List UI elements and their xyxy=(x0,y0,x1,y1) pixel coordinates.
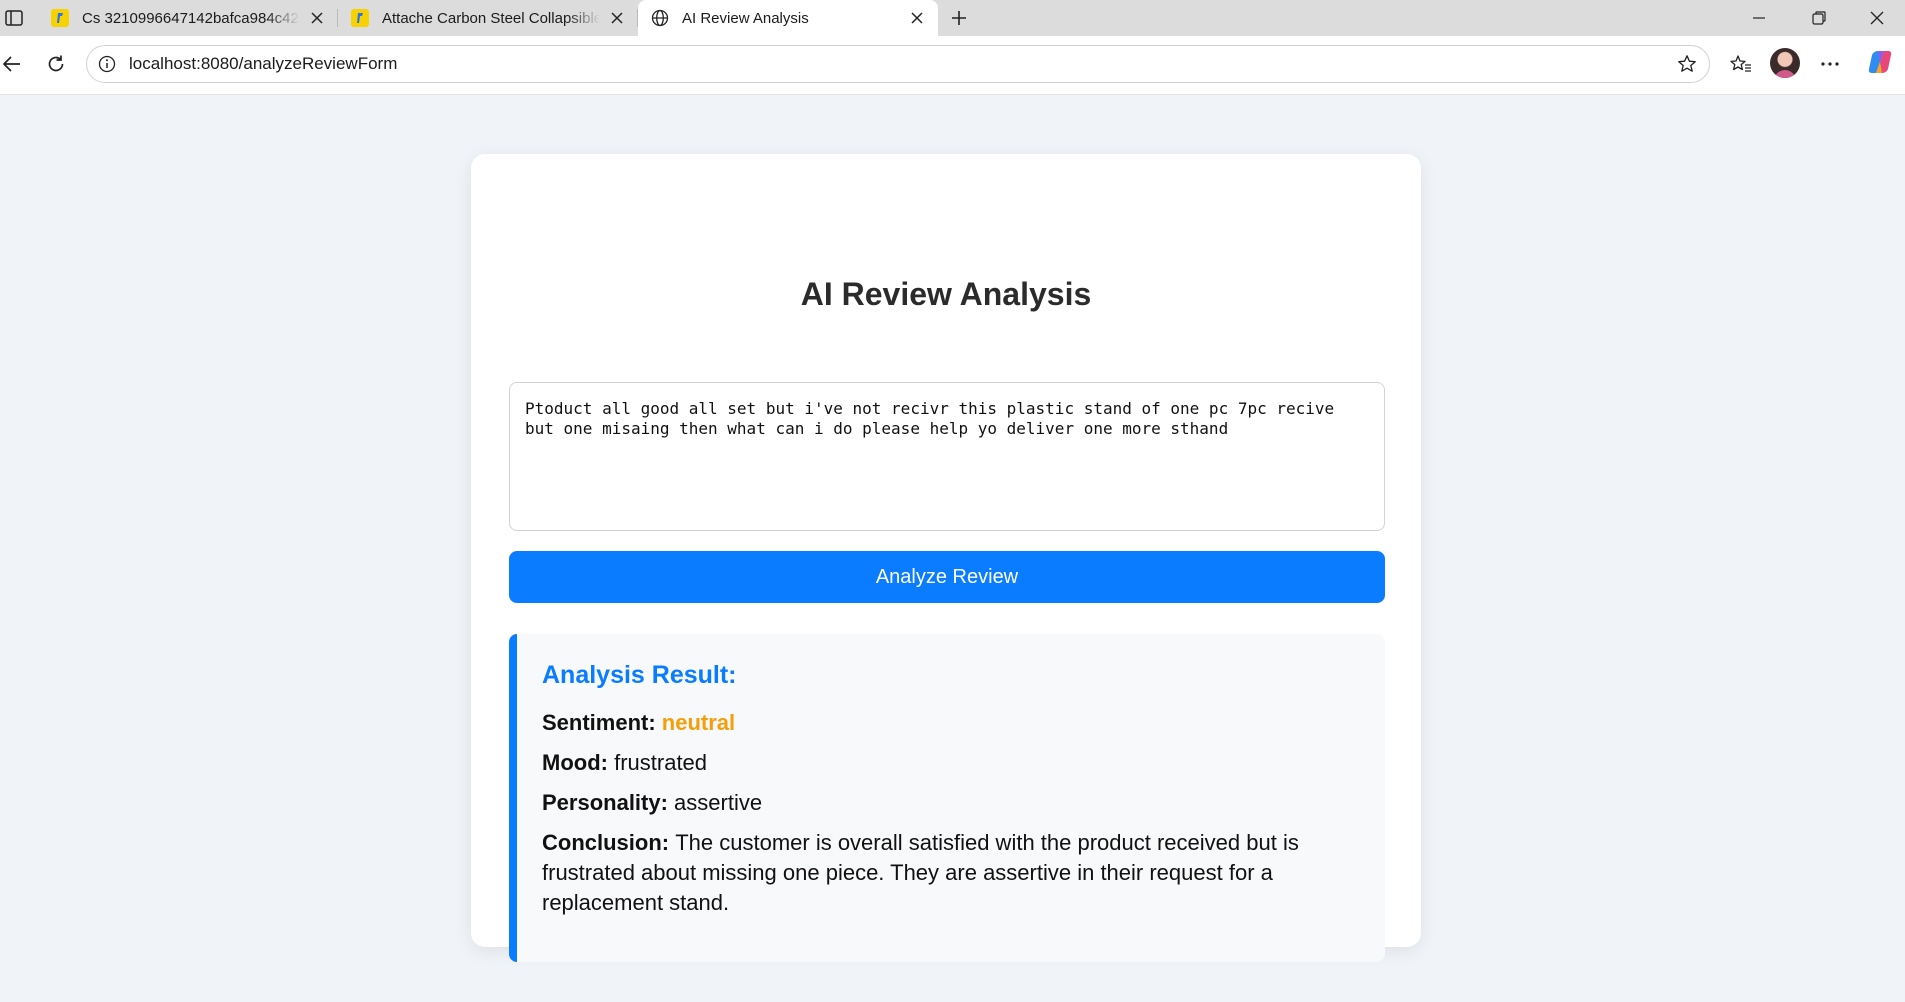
tab-strip: Cs 3210996647142bafca984c4297 Attache Ca… xyxy=(0,0,1905,36)
favorite-star-icon[interactable] xyxy=(1675,52,1699,76)
browser-toolbar xyxy=(0,36,1905,95)
address-bar[interactable] xyxy=(86,45,1710,83)
review-textarea[interactable]: Ptoduct all good all set but i've not re… xyxy=(509,382,1385,531)
mood-value: frustrated xyxy=(614,750,708,775)
close-window-icon[interactable] xyxy=(1848,0,1905,36)
profile-avatar[interactable] xyxy=(1770,48,1800,78)
new-tab-icon[interactable] xyxy=(945,4,973,32)
tab-1-title: Cs 3210996647142bafca984c4297 xyxy=(82,9,300,27)
sentiment-label: Sentiment: xyxy=(542,710,662,735)
personality-value: assertive xyxy=(674,790,763,815)
personality-label: Personality: xyxy=(542,790,675,815)
conclusion-label: Conclusion: xyxy=(542,830,676,855)
tab-2[interactable]: Attache Carbon Steel Collapsible V xyxy=(338,0,638,36)
minimize-icon[interactable] xyxy=(1730,0,1788,36)
tab-2-title: Attache Carbon Steel Collapsible V xyxy=(382,9,600,27)
globe-icon xyxy=(650,8,670,28)
back-arrow-icon[interactable] xyxy=(0,48,28,80)
sentiment-value: neutral xyxy=(661,710,736,735)
analyze-review-button[interactable]: Analyze Review xyxy=(509,551,1385,603)
sidebar-toggle-icon[interactable] xyxy=(2,6,26,30)
page-viewport: AI Review Analysis Ptoduct all good all … xyxy=(0,95,1905,1002)
mood-row: Mood: frustrated xyxy=(542,748,1361,778)
tab-3-active[interactable]: AI Review Analysis xyxy=(638,0,938,36)
reload-icon[interactable] xyxy=(40,48,72,80)
tab-3-title: AI Review Analysis xyxy=(682,9,809,27)
close-icon[interactable] xyxy=(606,7,628,29)
site-info-icon[interactable] xyxy=(97,54,117,74)
tab-1[interactable]: Cs 3210996647142bafca984c4297 xyxy=(38,0,338,36)
more-options-icon[interactable] xyxy=(1814,48,1846,80)
flipkart-icon xyxy=(350,8,370,28)
restore-icon[interactable] xyxy=(1790,0,1848,36)
review-form: Ptoduct all good all set but i've not re… xyxy=(471,154,1421,962)
close-icon[interactable] xyxy=(906,7,928,29)
review-card: AI Review Analysis Ptoduct all good all … xyxy=(471,154,1421,962)
close-icon[interactable] xyxy=(306,7,328,29)
personality-row: Personality: assertive xyxy=(542,788,1361,818)
analysis-result-heading: Analysis Result: xyxy=(542,661,737,689)
analysis-result-panel: Analysis Result: Sentiment: neutral Mood… xyxy=(509,634,1385,962)
favorites-icon[interactable] xyxy=(1725,48,1757,80)
mood-label: Mood: xyxy=(542,750,615,775)
copilot-icon[interactable] xyxy=(1866,48,1894,76)
conclusion-row: Conclusion: The customer is overall sati… xyxy=(542,828,1361,918)
flipkart-icon xyxy=(50,8,70,28)
sentiment-row: Sentiment: neutral xyxy=(542,708,1361,738)
url-input[interactable] xyxy=(129,46,1529,82)
